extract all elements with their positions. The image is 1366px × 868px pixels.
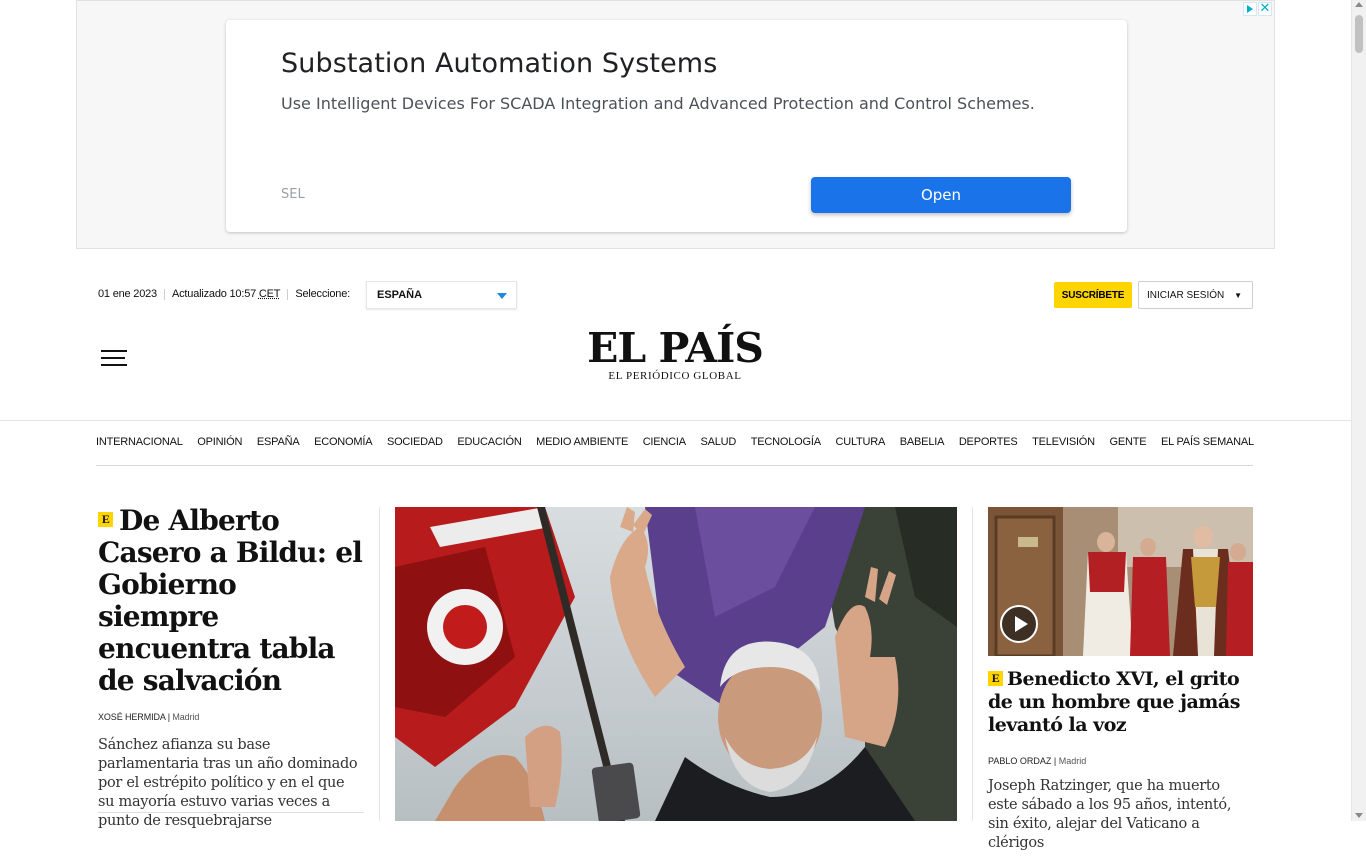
current-date: 01 ene 2023 (98, 288, 157, 300)
ad-description: Use Intelligent Devices For SCADA Integr… (281, 94, 1035, 113)
divider (287, 288, 289, 300)
login-label: INICIAR SESIÓN (1147, 289, 1225, 301)
side-article: E Benedicto XVI, el grito de un hombre qu… (988, 507, 1253, 868)
ad-title[interactable]: Substation Automation Systems (281, 48, 717, 79)
nav-item-gente[interactable]: GENTE (1110, 436, 1147, 448)
nav-item-babelia[interactable]: BABELIA (900, 436, 945, 448)
site-logo[interactable]: EL PAÍS EL PERIÓDICO GLOBAL (580, 326, 770, 382)
subscribe-button[interactable]: SUSCRÍBETE (1054, 282, 1132, 308)
menu-icon[interactable] (101, 350, 127, 368)
play-video-icon[interactable] (1000, 605, 1038, 643)
scrollbar-thumb[interactable] (1355, 15, 1363, 53)
ad-card[interactable]: Substation Automation Systems Use Intell… (226, 20, 1127, 232)
chevron-down-icon (497, 293, 507, 299)
page-scrollbar[interactable] (1351, 0, 1366, 821)
edition-selected-value: ESPAÑA (377, 289, 423, 301)
close-icon[interactable]: ✕ (1258, 2, 1272, 16)
ad-open-button[interactable]: Open (811, 177, 1071, 213)
adchoices-icon[interactable] (1243, 2, 1257, 16)
nav-item-cultura[interactable]: CULTURA (835, 436, 885, 448)
author-link[interactable]: PABLO ORDAZ (988, 756, 1051, 766)
nav-item-medio-ambiente[interactable]: MEDIO AMBIENTE (536, 436, 628, 448)
author-link[interactable]: XOSÉ HERMIDA (98, 712, 165, 722)
exclusive-badge: E (98, 512, 113, 527)
side-summary: Joseph Ratzinger, que ha muerto este sáb… (988, 778, 1232, 851)
edition-select-label: Seleccione: (295, 288, 350, 300)
column-divider (972, 507, 973, 821)
nav-item-salud[interactable]: SALUD (700, 436, 736, 448)
nav-item-el-pais-semanal[interactable]: EL PAÍS SEMANAL (1161, 436, 1254, 448)
nav-item-espana[interactable]: ESPAÑA (257, 436, 300, 448)
lead-article: E De Alberto Casero a Bildu: el Gobierno … (98, 505, 364, 846)
ad-controls: ✕ (1243, 2, 1272, 16)
nav-item-educacion[interactable]: EDUCACIÓN (457, 436, 521, 448)
side-byline: PABLO ORDAZ | Madrid (988, 756, 1087, 766)
side-headline-text[interactable]: Benedicto XVI, el grito de un hombre que… (988, 668, 1240, 736)
updated-time: Actualizado 10:57 (171, 288, 257, 300)
date-bar: 01 ene 2023 Actualizado 10:57 CET Selecc… (98, 288, 350, 300)
login-dropdown[interactable]: INICIAR SESIÓN ▼ (1138, 281, 1253, 309)
location: Madrid (1058, 756, 1087, 766)
lead-headline-text[interactable]: De Alberto Casero a Bildu: el Gobierno s… (98, 504, 363, 697)
lead-headline[interactable]: E De Alberto Casero a Bildu: el Gobierno … (98, 505, 364, 697)
header-divider (0, 420, 1351, 421)
article-divider (98, 812, 364, 813)
chevron-down-icon: ▼ (1234, 291, 1242, 300)
side-headline[interactable]: E Benedicto XVI, el grito de un hombre qu… (988, 668, 1253, 737)
lead-summary: Sánchez afianza su base parlamentaria tr… (98, 737, 358, 829)
timezone: CET (258, 288, 281, 300)
logo-tagline: EL PERIÓDICO GLOBAL (608, 370, 742, 382)
logo-wordmark: EL PAÍS (587, 324, 764, 372)
nav-item-opinion[interactable]: OPINIÓN (197, 436, 242, 448)
exclusive-badge: E (988, 670, 1003, 686)
ad-banner: ✕ Substation Automation Systems Use Inte… (76, 0, 1275, 249)
nav-item-internacional[interactable]: INTERNACIONAL (96, 436, 183, 448)
nav-item-deportes[interactable]: DEPORTES (959, 436, 1018, 448)
nav-item-tecnologia[interactable]: TECNOLOGÍA (751, 436, 821, 448)
scroll-up-arrow-icon[interactable] (1355, 2, 1363, 7)
side-photo[interactable] (988, 507, 1253, 656)
ad-advertiser: SEL (281, 187, 305, 202)
nav-item-economia[interactable]: ECONOMÍA (314, 436, 372, 448)
lead-byline: XOSÉ HERMIDA | Madrid (98, 712, 200, 722)
scroll-down-arrow-icon[interactable] (1355, 813, 1363, 818)
section-nav: INTERNACIONAL OPINIÓN ESPAÑA ECONOMÍA SO… (96, 436, 1254, 448)
nav-item-ciencia[interactable]: CIENCIA (643, 436, 686, 448)
edition-select[interactable]: ESPAÑA (366, 281, 517, 309)
nav-item-sociedad[interactable]: SOCIEDAD (387, 436, 443, 448)
main-photo[interactable] (395, 507, 957, 821)
divider (163, 288, 165, 300)
column-divider (379, 507, 380, 821)
location: Madrid (172, 712, 200, 722)
nav-item-television[interactable]: TELEVISIÓN (1032, 436, 1095, 448)
nav-divider (96, 465, 1253, 466)
